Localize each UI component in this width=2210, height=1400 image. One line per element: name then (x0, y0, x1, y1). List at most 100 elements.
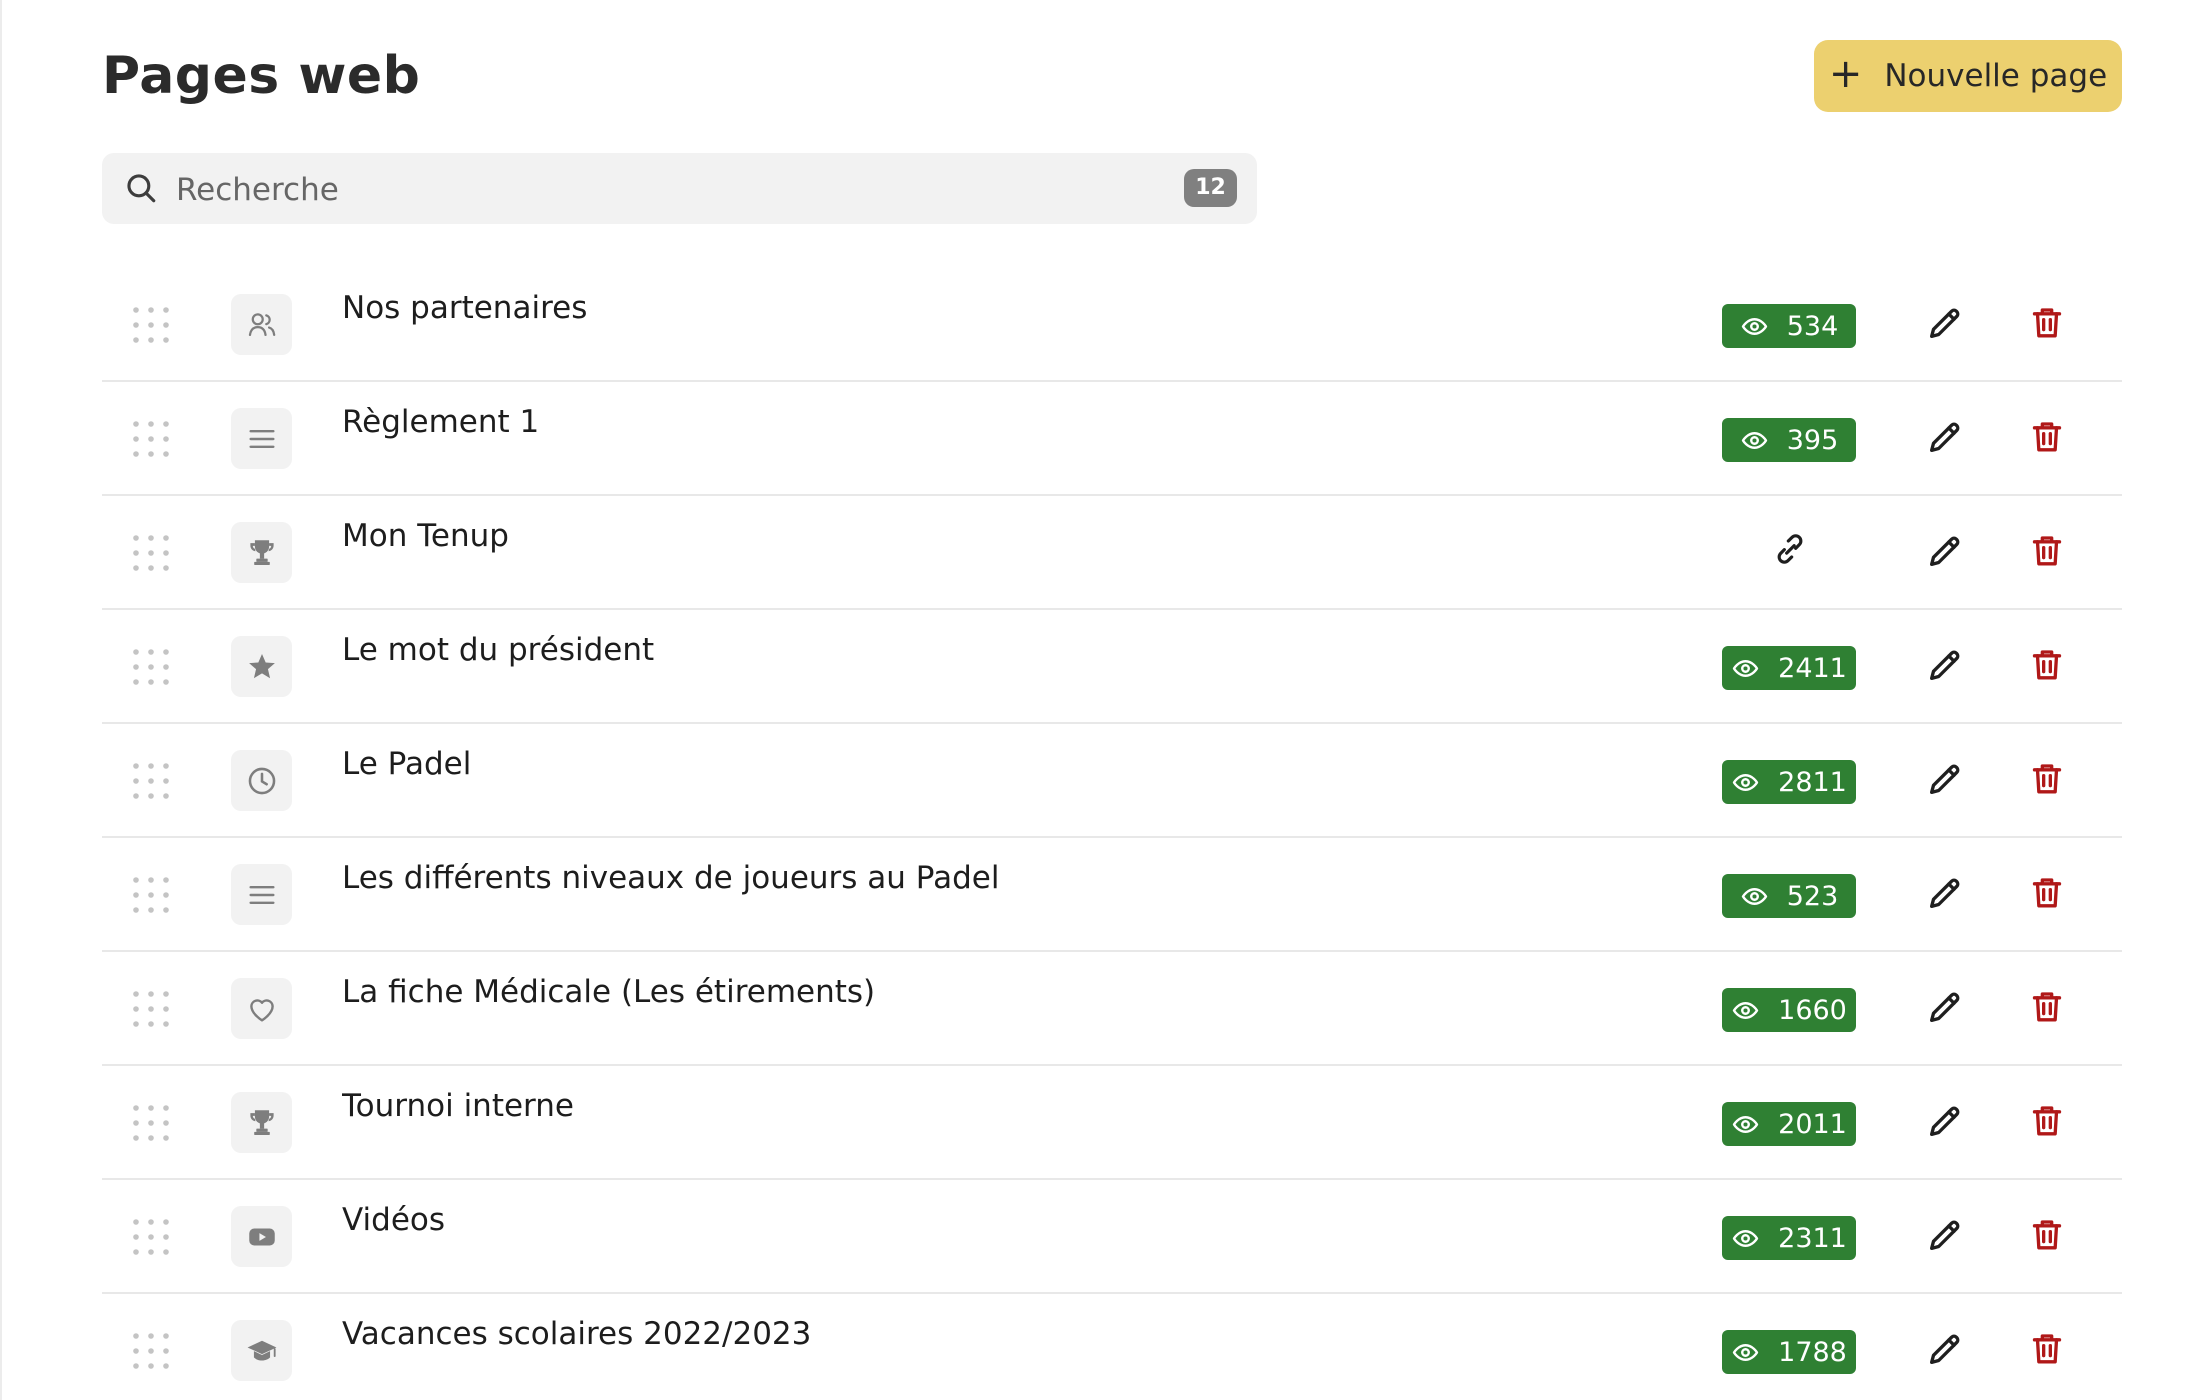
trash-icon[interactable] (2027, 417, 2067, 457)
web-page-list: Nos partenaires 534 Règlement 1 395 Mon Tenu… (102, 268, 2122, 1400)
youtube-icon (248, 1228, 275, 1245)
views-count: 2311 (1778, 1222, 1847, 1254)
pencil-icon[interactable] (1925, 531, 1965, 571)
page-row[interactable]: Nos partenaires 534 (102, 268, 2122, 382)
page-row[interactable]: Règlement 1 395 (102, 382, 2122, 496)
new-page-button[interactable]: + Nouvelle page (1814, 40, 2122, 112)
page-type-icon (231, 636, 292, 697)
pencil-icon[interactable] (1925, 1101, 1965, 1141)
drag-handle-icon[interactable] (130, 1102, 172, 1144)
drag-handle-icon[interactable] (130, 532, 172, 574)
drag-handle-icon[interactable] (130, 1330, 172, 1372)
page-row[interactable]: Le Padel 2811 (102, 724, 2122, 838)
views-badge: 523 (1722, 874, 1856, 918)
eye-icon (1732, 1229, 1759, 1247)
pencil-icon[interactable] (1925, 1329, 1965, 1369)
trophy-icon (249, 539, 274, 565)
page-type-icon (231, 1206, 292, 1267)
page-name[interactable]: Vidéos (342, 1198, 445, 1242)
views-count: 1660 (1778, 994, 1847, 1026)
pencil-icon[interactable] (1925, 303, 1965, 343)
eye-icon (1732, 773, 1759, 791)
views-badge: 2411 (1722, 646, 1856, 690)
page-row[interactable]: Le mot du président 2411 (102, 610, 2122, 724)
views-badge: 395 (1722, 418, 1856, 462)
page-type-icon (231, 750, 292, 811)
pencil-icon[interactable] (1925, 987, 1965, 1027)
trash-icon[interactable] (2027, 1329, 2067, 1369)
views-count: 2411 (1778, 652, 1847, 684)
page-name[interactable]: Règlement 1 (342, 400, 539, 444)
trash-icon[interactable] (2027, 531, 2067, 571)
pencil-icon[interactable] (1925, 1215, 1965, 1255)
pencil-icon[interactable] (1925, 759, 1965, 799)
trash-icon[interactable] (2027, 645, 2067, 685)
page-type-icon (231, 864, 292, 925)
link-icon[interactable] (1770, 529, 1810, 569)
views-badge: 534 (1722, 304, 1856, 348)
trash-icon[interactable] (2027, 1215, 2067, 1255)
drag-handle-icon[interactable] (130, 646, 172, 688)
search-input[interactable] (174, 163, 1178, 216)
page-name[interactable]: Les différents niveaux de joueurs au Pad… (342, 856, 999, 900)
page-row[interactable]: Tournoi interne 2011 (102, 1066, 2122, 1180)
page-name[interactable]: Le mot du président (342, 628, 654, 672)
lines-icon (248, 885, 275, 904)
page-name[interactable]: La fiche Médicale (Les étirements) (342, 970, 875, 1014)
trash-icon[interactable] (2027, 873, 2067, 913)
page-row[interactable]: Vacances scolaires 2022/2023 1788 (102, 1294, 2122, 1400)
trash-icon[interactable] (2027, 303, 2067, 343)
views-badge: 1788 (1722, 1330, 1856, 1374)
search-icon (127, 174, 156, 203)
trophy-icon (249, 1109, 274, 1135)
page-row[interactable]: Vidéos 2311 (102, 1180, 2122, 1294)
page-type-icon (231, 978, 292, 1039)
views-badge: 2311 (1722, 1216, 1856, 1260)
heart-icon (249, 998, 274, 1022)
drag-handle-icon[interactable] (130, 1216, 172, 1258)
page-title: Pages web (102, 46, 421, 106)
pencil-icon[interactable] (1925, 645, 1965, 685)
page-row[interactable]: La fiche Médicale (Les étirements) 1660 (102, 952, 2122, 1066)
trash-icon[interactable] (2027, 1101, 2067, 1141)
page-count-badge: 12 (1184, 169, 1237, 207)
clock-icon (248, 767, 275, 794)
drag-handle-icon[interactable] (130, 988, 172, 1030)
page-row[interactable]: Les différents niveaux de joueurs au Pad… (102, 838, 2122, 952)
views-count: 523 (1786, 880, 1839, 912)
page-row[interactable]: Mon Tenup (102, 496, 2122, 610)
pencil-icon[interactable] (1925, 873, 1965, 913)
page-name[interactable]: Vacances scolaires 2022/2023 (342, 1312, 811, 1356)
eye-icon (1732, 1001, 1759, 1019)
star-icon (248, 653, 275, 678)
drag-handle-icon[interactable] (130, 874, 172, 916)
views-badge: 2011 (1722, 1102, 1856, 1146)
views-count: 2811 (1778, 766, 1847, 798)
page-header: Pages web + Nouvelle page (102, 40, 2122, 112)
drag-handle-icon[interactable] (130, 760, 172, 802)
views-count: 395 (1786, 424, 1839, 456)
graduation-cap-icon (247, 1340, 276, 1360)
trash-icon[interactable] (2027, 987, 2067, 1027)
page-type-icon (231, 294, 292, 355)
views-badge: 2811 (1722, 760, 1856, 804)
drag-handle-icon[interactable] (130, 304, 172, 346)
eye-icon (1741, 431, 1767, 449)
eye-icon (1732, 1115, 1759, 1133)
page-type-icon (231, 1320, 292, 1381)
pencil-icon[interactable] (1925, 417, 1965, 457)
views-badge: 1660 (1722, 988, 1856, 1032)
lines-icon (248, 429, 275, 448)
page-name[interactable]: Tournoi interne (342, 1084, 574, 1128)
page-name[interactable]: Le Padel (342, 742, 471, 786)
page-name[interactable]: Mon Tenup (342, 514, 509, 558)
trash-icon[interactable] (2027, 759, 2067, 799)
search-box[interactable]: 12 (102, 153, 1257, 224)
drag-handle-icon[interactable] (130, 418, 172, 460)
page-type-icon (231, 408, 292, 469)
page-name[interactable]: Nos partenaires (342, 286, 587, 330)
eye-icon (1732, 659, 1759, 677)
eye-icon (1741, 317, 1767, 335)
views-count: 534 (1786, 310, 1839, 342)
views-count: 2011 (1778, 1108, 1847, 1140)
